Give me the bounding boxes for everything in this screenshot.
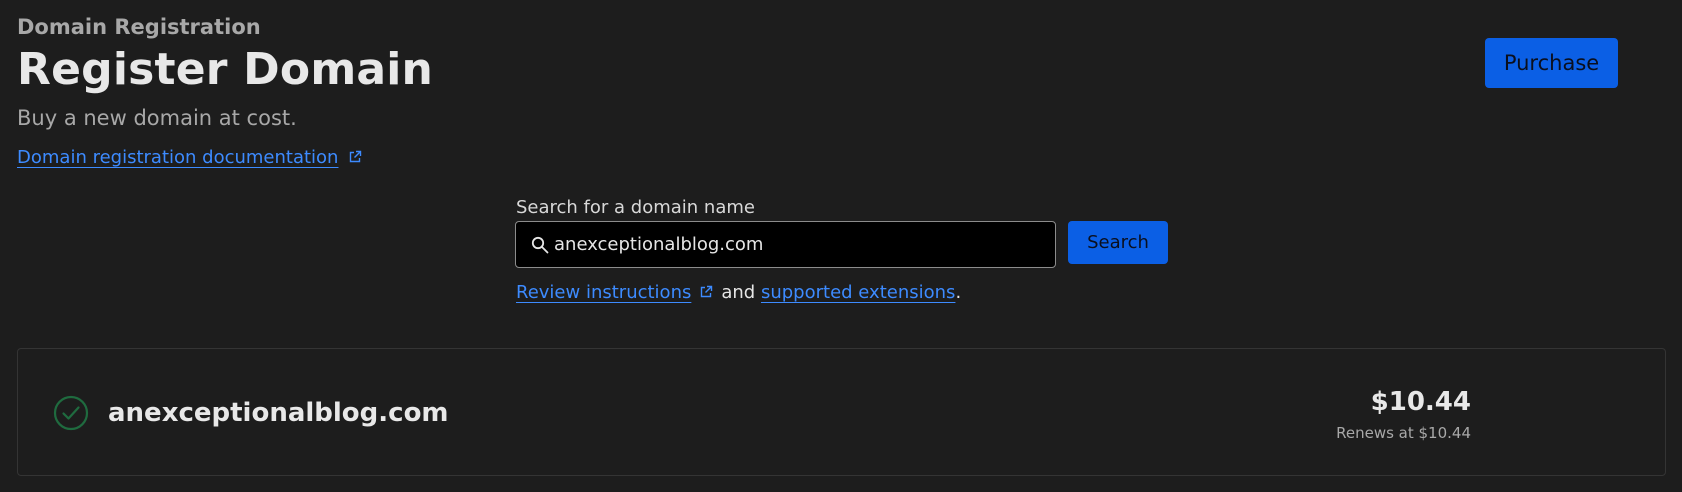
domain-result-card: anexceptionalblog.com $10.44 Renews at $… xyxy=(17,348,1666,476)
review-instructions-link[interactable]: Review instructions xyxy=(516,282,691,303)
supported-extensions-link[interactable]: supported extensions xyxy=(761,282,955,303)
page-title: Register Domain xyxy=(17,44,434,95)
purchase-button[interactable]: Purchase xyxy=(1485,38,1618,88)
breadcrumb[interactable]: Domain Registration xyxy=(17,13,261,41)
search-input[interactable] xyxy=(554,222,1044,267)
search-help-text: Review instructions and supported extens… xyxy=(516,280,961,306)
help-period: . xyxy=(955,282,962,303)
search-button[interactable]: Search xyxy=(1068,221,1168,264)
check-circle-icon xyxy=(53,395,89,431)
search-field[interactable] xyxy=(515,221,1056,268)
documentation-link[interactable]: Domain registration documentation xyxy=(17,145,362,171)
renewal-price: Renews at $10.44 xyxy=(1336,424,1471,442)
search-icon xyxy=(531,236,549,254)
result-domain-name: anexceptionalblog.com xyxy=(108,398,449,428)
page-subtitle: Buy a new domain at cost. xyxy=(17,106,297,130)
register-domain-page: Domain Registration Register Domain Buy … xyxy=(0,0,1682,492)
external-link-icon xyxy=(350,150,362,163)
external-link-icon xyxy=(701,285,713,298)
search-label: Search for a domain name xyxy=(516,197,755,218)
documentation-link-label[interactable]: Domain registration documentation xyxy=(17,147,338,168)
domain-price: $10.44 xyxy=(1370,387,1471,417)
help-and-text: and xyxy=(721,282,756,303)
